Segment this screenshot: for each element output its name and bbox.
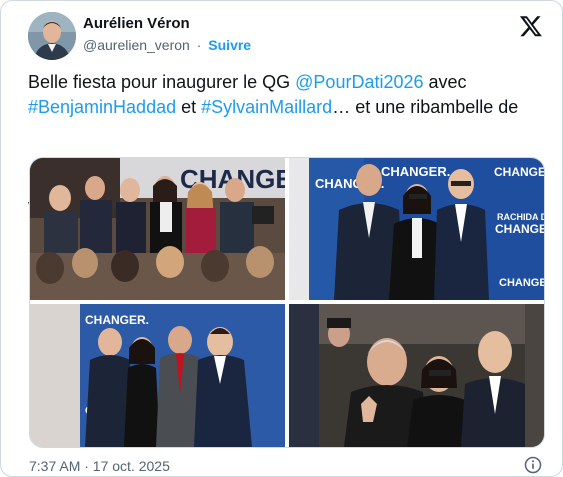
collision-icon <box>404 120 425 190</box>
banner-text: CHANGER. <box>499 277 544 289</box>
author-avatar[interactable] <box>28 12 76 60</box>
tweet-card: Aurélien Véron @aurelien_veron · Suivre … <box>0 0 563 477</box>
photo-2[interactable]: CHANGER. CHANGER. CHANGER. RACHIDA DATI … <box>289 158 544 300</box>
author-display-name[interactable]: Aurélien Véron <box>83 15 190 32</box>
author-handle[interactable]: @aurelien_veron <box>83 37 190 53</box>
tweet-timestamp[interactable]: 7:37 AM · 17 oct. 2025 <box>29 458 170 474</box>
info-icon[interactable] <box>524 456 542 474</box>
banner-text: CHANGER. <box>494 165 544 179</box>
author-meta: @aurelien_veron · Suivre <box>83 37 251 53</box>
follow-button[interactable]: Suivre <box>208 37 251 53</box>
x-logo-icon[interactable] <box>519 14 543 38</box>
banner-text: CHANGER. <box>495 222 544 236</box>
hashtag-link[interactable]: #BenjaminHaddad <box>28 97 176 117</box>
tweet-text-part: avec <box>423 72 472 92</box>
photo-grid: CHANGER. CHANGER. CHANG RACHIDA CHANG CH… <box>29 157 545 448</box>
photo-3[interactable]: CHANGER. CHANGER. <box>30 304 285 447</box>
mention-link[interactable]: @PourDati2026 <box>295 72 423 92</box>
photo-1[interactable]: CHANGER. <box>30 158 285 300</box>
banner-text: CHANGER. <box>381 164 450 179</box>
tweet-text-part: Belle fiesta pour inaugurer le QG <box>28 72 296 92</box>
separator-dot: · <box>196 37 202 53</box>
photo-4[interactable] <box>289 304 544 447</box>
champagne-bottle-icon <box>382 120 402 188</box>
hashtag-link[interactable]: #SylvainMaillard <box>201 97 332 117</box>
banner-subtext: RACHIDA DATI <box>497 212 544 222</box>
banner-text: CHANGER. <box>85 313 149 327</box>
tweet-text-part: et <box>176 97 202 117</box>
